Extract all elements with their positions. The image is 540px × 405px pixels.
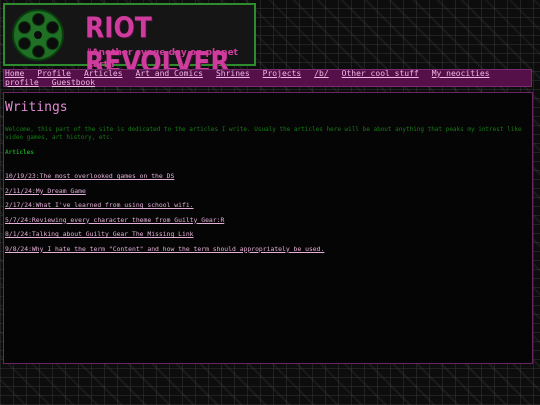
site-tagline: "Another svage day on planet Earth" xyxy=(87,48,238,70)
nav-list: Home Profile Articles Art and Comics Shr… xyxy=(5,69,531,87)
nav-link-guestbook[interactable]: Guestbook xyxy=(52,78,95,87)
article-list: 10/19/23:The most overlooked games on th… xyxy=(5,163,324,253)
nav-link-b-board[interactable]: /b/ xyxy=(314,69,328,78)
nav-link-other-cool-stuff[interactable]: Other cool stuff xyxy=(342,69,419,78)
list-item: 9/8/24:Why I hate the term "Content" and… xyxy=(5,236,324,253)
article-link[interactable]: 9/8/24:Why I hate the term "Content" and… xyxy=(5,245,324,253)
nav-link-shrines[interactable]: Shrines xyxy=(216,69,250,78)
list-item: 10/19/23:The most overlooked games on th… xyxy=(5,163,324,180)
page-title: Writings xyxy=(5,100,68,115)
articles-heading: Articles xyxy=(5,149,34,156)
site-banner: RIOT REVOLVER "Another svage day on plan… xyxy=(3,3,256,79)
nav-link-home[interactable]: Home xyxy=(5,69,24,78)
list-item: 8/1/24:Talking about Guilty Gear The Mis… xyxy=(5,221,324,238)
nav-link-articles[interactable]: Articles xyxy=(84,69,123,78)
main-nav: Home Profile Articles Art and Comics Shr… xyxy=(3,69,532,87)
list-item: 2/17/24:What I've learned from using sch… xyxy=(5,192,324,209)
nav-link-art-and-comics[interactable]: Art and Comics xyxy=(136,69,203,78)
nav-link-profile[interactable]: Profile xyxy=(37,69,71,78)
list-item: 5/7/24:Reviewing every character theme f… xyxy=(5,207,324,224)
intro-text: Welcome, this part of the site is dedica… xyxy=(5,126,522,141)
nav-link-projects[interactable]: Projects xyxy=(263,69,302,78)
revolver-cylinder-icon xyxy=(12,9,64,61)
content-panel: Writings Welcome, this part of the site … xyxy=(3,92,533,364)
